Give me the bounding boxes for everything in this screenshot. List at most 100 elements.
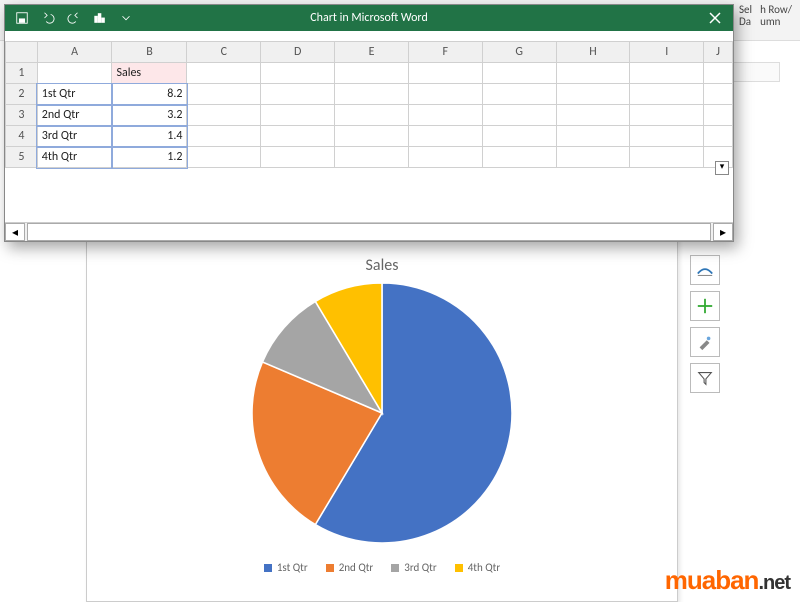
layout-options-button[interactable] (690, 255, 720, 285)
cell[interactable] (261, 126, 335, 147)
value-cell[interactable]: 1.2 (112, 147, 187, 168)
column-header[interactable]: G (482, 42, 556, 63)
cell[interactable] (261, 84, 335, 105)
column-header[interactable]: I (630, 42, 704, 63)
cell[interactable] (482, 147, 556, 168)
scroll-right-button[interactable]: ▸ (713, 223, 733, 241)
cell[interactable] (335, 126, 409, 147)
row-header[interactable]: 4 (6, 126, 38, 147)
chart-elements-button[interactable] (690, 291, 720, 321)
row-header[interactable]: 3 (6, 105, 38, 126)
cell[interactable] (37, 63, 112, 84)
chart-object[interactable]: Sales 1st Qtr 2nd Qtr 3rd Qtr 4th Qtr (107, 256, 657, 581)
cell[interactable] (630, 147, 704, 168)
close-button[interactable] (697, 5, 733, 31)
chart-title[interactable]: Sales (366, 256, 399, 275)
chart-legend[interactable]: 1st Qtr 2nd Qtr 3rd Qtr 4th Qtr (264, 561, 500, 574)
column-header[interactable]: C (187, 42, 261, 63)
value-cell[interactable]: 1.4 (112, 126, 187, 147)
cell[interactable] (704, 63, 733, 84)
select-all-cell[interactable] (6, 42, 38, 63)
column-header[interactable]: E (335, 42, 409, 63)
column-header[interactable]: F (408, 42, 482, 63)
cell[interactable] (556, 147, 630, 168)
legend-swatch (455, 564, 463, 572)
cell[interactable] (482, 63, 556, 84)
legend-swatch (264, 564, 272, 572)
cell[interactable] (556, 105, 630, 126)
cell[interactable] (482, 126, 556, 147)
column-header[interactable]: H (556, 42, 630, 63)
cell[interactable] (704, 84, 733, 105)
cell[interactable] (556, 63, 630, 84)
cell[interactable] (704, 126, 733, 147)
cell[interactable] (261, 105, 335, 126)
chart-styles-button[interactable] (690, 327, 720, 357)
legend-item[interactable]: 3rd Qtr (391, 561, 436, 574)
redo-icon[interactable] (63, 7, 85, 29)
quick-access-toolbar (5, 7, 143, 29)
cell[interactable] (187, 63, 261, 84)
chart-datasheet-window[interactable]: Chart in Microsoft Word ABCDEFGHIJ 1 Sale… (4, 4, 734, 242)
cell[interactable] (482, 105, 556, 126)
undo-icon[interactable] (37, 7, 59, 29)
legend-swatch (391, 564, 399, 572)
cell[interactable] (408, 63, 482, 84)
datasheet-titlebar[interactable]: Chart in Microsoft Word (5, 5, 733, 31)
cell[interactable] (630, 84, 704, 105)
cell[interactable] (261, 63, 335, 84)
legend-item[interactable]: 2nd Qtr (326, 561, 374, 574)
legend-label: 4th Qtr (468, 561, 500, 574)
chart-wizard-icon[interactable] (89, 7, 111, 29)
legend-item[interactable]: 4th Qtr (455, 561, 500, 574)
series-header-cell[interactable]: Sales (112, 63, 187, 84)
value-cell[interactable]: 8.2 (112, 84, 187, 105)
cell[interactable] (187, 105, 261, 126)
column-header[interactable]: A (37, 42, 112, 63)
legend-swatch (326, 564, 334, 572)
cell[interactable] (704, 105, 733, 126)
chart-filters-button[interactable] (690, 363, 720, 393)
row-header[interactable]: 5 (6, 147, 38, 168)
cell[interactable] (261, 147, 335, 168)
datasheet-grid[interactable]: ABCDEFGHIJ 1Sales21st Qtr8.232nd Qtr3.24… (5, 41, 733, 231)
cell[interactable] (482, 84, 556, 105)
category-cell[interactable]: 3rd Qtr (37, 126, 112, 147)
legend-item[interactable]: 1st Qtr (264, 561, 308, 574)
cell[interactable] (408, 105, 482, 126)
cell[interactable] (335, 84, 409, 105)
category-cell[interactable]: 4th Qtr (37, 147, 112, 168)
scroll-left-button[interactable]: ◂ (5, 223, 25, 241)
qat-dropdown-icon[interactable] (115, 7, 137, 29)
cell[interactable] (187, 147, 261, 168)
scroll-track[interactable] (27, 223, 711, 241)
category-cell[interactable]: 2nd Qtr (37, 105, 112, 126)
row-header[interactable]: 2 (6, 84, 38, 105)
cell[interactable] (408, 84, 482, 105)
chart-side-tools (690, 255, 720, 393)
cell[interactable] (556, 84, 630, 105)
cell[interactable] (630, 126, 704, 147)
spreadsheet-table[interactable]: ABCDEFGHIJ 1Sales21st Qtr8.232nd Qtr3.24… (5, 41, 733, 168)
cell[interactable] (335, 105, 409, 126)
cell[interactable] (630, 63, 704, 84)
cell[interactable] (408, 126, 482, 147)
cell[interactable] (408, 147, 482, 168)
column-header[interactable]: J (704, 42, 733, 63)
row-header[interactable]: 1 (6, 63, 38, 84)
cell[interactable] (187, 126, 261, 147)
cell[interactable] (630, 105, 704, 126)
cell[interactable] (187, 84, 261, 105)
column-header[interactable]: D (261, 42, 335, 63)
category-cell[interactable]: 1st Qtr (37, 84, 112, 105)
column-header[interactable]: B (112, 42, 187, 63)
save-icon[interactable] (11, 7, 33, 29)
cell[interactable] (335, 147, 409, 168)
cell[interactable] (556, 126, 630, 147)
horizontal-scrollbar[interactable]: ◂ ▸ (5, 222, 733, 241)
value-cell[interactable]: 3.2 (112, 105, 187, 126)
legend-label: 2nd Qtr (339, 561, 374, 574)
pie-chart[interactable] (252, 283, 512, 543)
expand-data-range-handle[interactable]: ▾ (715, 161, 729, 175)
cell[interactable] (335, 63, 409, 84)
